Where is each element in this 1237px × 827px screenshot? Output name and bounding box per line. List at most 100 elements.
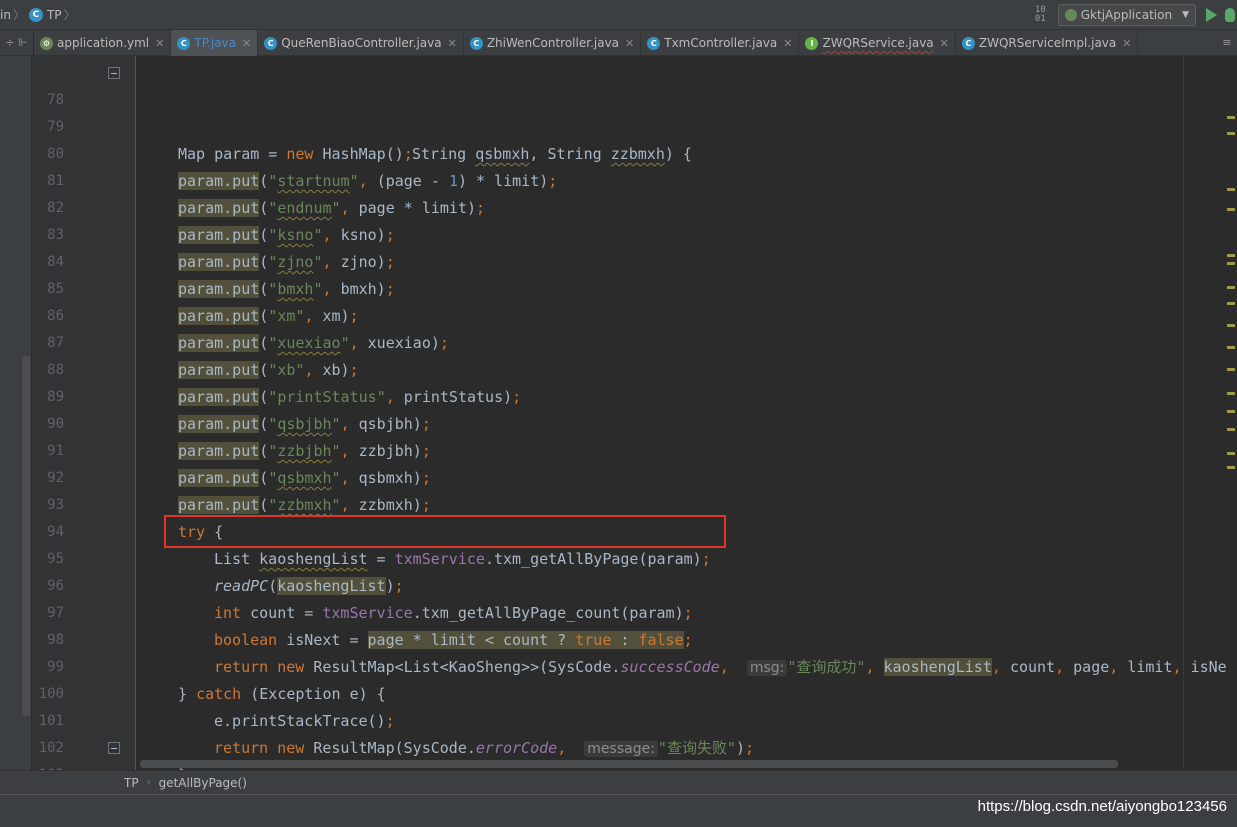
crumb-current[interactable]: TP <box>47 8 62 22</box>
close-icon[interactable]: ✕ <box>625 37 634 50</box>
stripe-mark[interactable] <box>1227 254 1235 257</box>
tab-label: ZWQRServiceImpl.java <box>978 36 1117 50</box>
code-editor[interactable]: 78 String qsbmxh, String zzbmxh) { 79 Ma… <box>32 56 1237 770</box>
tab-label: TxmController.java <box>664 36 778 50</box>
code-line: 91 param.put("qsbmxh", qsbmxh); <box>32 411 1237 487</box>
left-tool-strip <box>0 56 32 770</box>
tab-querenbiaocontroller-java[interactable]: C QueRenBiaoController.java ✕ <box>258 30 464 56</box>
tab-label: QueRenBiaoController.java <box>281 36 442 50</box>
fold-icon[interactable] <box>108 742 120 754</box>
code-line: 97 boolean isNext = page * limit < count… <box>32 573 1237 649</box>
tab-zwqrserviceimpl-java[interactable]: C ZWQRServiceImpl.java ✕ <box>956 30 1139 56</box>
stripe-mark[interactable] <box>1227 428 1235 431</box>
spring-boot-icon <box>1064 9 1077 21</box>
tab-tp-java[interactable]: C TP.java ✕ <box>171 30 259 56</box>
fold-icon[interactable] <box>108 67 120 79</box>
close-icon[interactable]: ✕ <box>940 37 949 50</box>
class-icon: C <box>961 36 975 50</box>
code-line: 103 } <box>32 735 1237 770</box>
tab-zhiwencontroller-java[interactable]: C ZhiWenController.java ✕ <box>464 30 642 56</box>
stripe-mark[interactable] <box>1227 116 1235 119</box>
class-icon: C <box>264 36 278 50</box>
close-icon[interactable]: ✕ <box>448 37 457 50</box>
run-icon[interactable] <box>1206 8 1217 22</box>
stripe-mark[interactable] <box>1227 368 1235 371</box>
class-icon: C <box>647 36 661 50</box>
code-line: 90 param.put("zzbjbh", zzbjbh); <box>32 384 1237 460</box>
code-line: 86 param.put("xuexiao", xuexiao); <box>32 276 1237 352</box>
close-icon[interactable]: ✕ <box>242 37 251 50</box>
stripe-mark[interactable] <box>1227 466 1235 469</box>
watermark: https://blog.csdn.net/aiyongbo123456 <box>977 798 1227 815</box>
code-line: 83 param.put("zjno", zjno); <box>32 195 1237 271</box>
tab-label: application.yml <box>57 36 150 50</box>
code-line: 88 param.put("printStatus", printStatus)… <box>32 330 1237 406</box>
stripe-mark[interactable] <box>1227 452 1235 455</box>
stripe-mark[interactable] <box>1227 410 1235 413</box>
debug-icon[interactable] <box>1225 8 1235 22</box>
tab-label: ZWQRService.java <box>822 36 934 50</box>
code-line: 102 } <box>32 708 1237 770</box>
tab-label: ZhiWenController.java <box>486 36 620 50</box>
breadcrumb-separator: › <box>146 777 151 788</box>
code-line: 87 param.put("xb", xb); <box>32 303 1237 379</box>
crumb-separator: 〉 <box>12 8 25 22</box>
line-number: 103 <box>32 762 64 770</box>
right-margin-guide <box>1183 56 1184 770</box>
class-icon: C <box>177 36 191 50</box>
stripe-mark[interactable] <box>1227 392 1235 395</box>
close-icon[interactable]: ✕ <box>783 37 792 50</box>
code-line: 79 Map param = new HashMap(); <box>32 87 1237 163</box>
code-line: 80 param.put("startnum", (page - 1) * li… <box>32 114 1237 190</box>
code-line: 95 readPC(kaoshengList); <box>32 519 1237 595</box>
class-icon: C <box>469 36 483 50</box>
error-stripe[interactable] <box>1225 56 1237 770</box>
stripe-mark[interactable] <box>1227 208 1235 211</box>
class-icon: C <box>28 7 43 22</box>
stripe-mark[interactable] <box>1227 302 1235 305</box>
run-config-select[interactable]: GktjApplication ▼ <box>1057 4 1196 26</box>
breadcrumb-file[interactable]: TP <box>124 776 139 790</box>
close-icon[interactable]: ✕ <box>1122 37 1131 50</box>
code-line: 92 param.put("zzbmxh", zzbmxh); <box>32 438 1237 514</box>
navigation-bar: in 〉 C TP 〉 10 01 GktjApplication ▼ <box>0 0 1237 30</box>
chevron-down-icon: ▼ <box>1182 10 1189 20</box>
code-line: 98 return new ResultMap<List<KaoSheng>>(… <box>32 600 1237 676</box>
run-config-label: GktjApplication <box>1080 8 1173 22</box>
yml-icon: ⚙ <box>40 36 53 50</box>
code-line: 99 } catch (Exception e) { <box>32 627 1237 703</box>
code-breadcrumb-bar: TP › getAllByPage() <box>0 770 1237 794</box>
code-line: 85 param.put("xm", xm); <box>32 249 1237 325</box>
stripe-mark[interactable] <box>1227 346 1235 349</box>
toolbar-right: 10 01 GktjApplication ▼ <box>1035 0 1237 30</box>
tab-bar-options[interactable]: ÷ ⊩ <box>0 30 34 55</box>
code-line: 82 param.put("ksno", ksno); <box>32 168 1237 244</box>
code-line: 93 try { <box>32 465 1237 541</box>
stripe-mark[interactable] <box>1227 262 1235 265</box>
code-line: 89 param.put("qsbjbh", qsbjbh); <box>32 357 1237 433</box>
stripe-mark[interactable] <box>1227 132 1235 135</box>
crumb-prev[interactable]: in <box>0 8 11 22</box>
editor-tab-bar: ÷ ⊩ ⚙ application.yml ✕ C TP.java ✕ C Qu… <box>0 30 1237 56</box>
interface-icon: I <box>805 36 819 50</box>
nav-breadcrumb: in 〉 C TP 〉 <box>0 6 76 23</box>
build-icon[interactable]: 10 01 <box>1035 6 1046 24</box>
code-line: 96 int count = txmService.txm_getAllByPa… <box>32 546 1237 622</box>
code-line: 101 return new ResultMap(SysCode.errorCo… <box>32 681 1237 757</box>
breadcrumb-method[interactable]: getAllByPage() <box>159 776 247 790</box>
crumb-separator: 〉 <box>63 8 76 22</box>
horizontal-scrollbar[interactable] <box>140 760 1118 768</box>
code-line: 94 List kaoshengList = txmService.txm_ge… <box>32 492 1237 568</box>
left-scrollbar[interactable] <box>22 356 30 716</box>
tab-label: TP.java <box>194 36 237 50</box>
stripe-mark[interactable] <box>1227 324 1235 327</box>
tab-application-yml[interactable]: ⚙ application.yml ✕ <box>34 30 172 56</box>
tab-overflow-icon[interactable]: ≡ <box>1217 30 1237 55</box>
tab-zwqrservice-java[interactable]: I ZWQRService.java ✕ <box>799 30 956 56</box>
close-icon[interactable]: ✕ <box>155 37 164 50</box>
tab-txmcontroller-java[interactable]: C TxmController.java ✕ <box>641 30 800 56</box>
stripe-mark[interactable] <box>1227 286 1235 289</box>
code-line: 84 param.put("bmxh", bmxh); <box>32 222 1237 298</box>
stripe-mark[interactable] <box>1227 188 1235 191</box>
code-line: 81 param.put("endnum", page * limit); <box>32 141 1237 217</box>
